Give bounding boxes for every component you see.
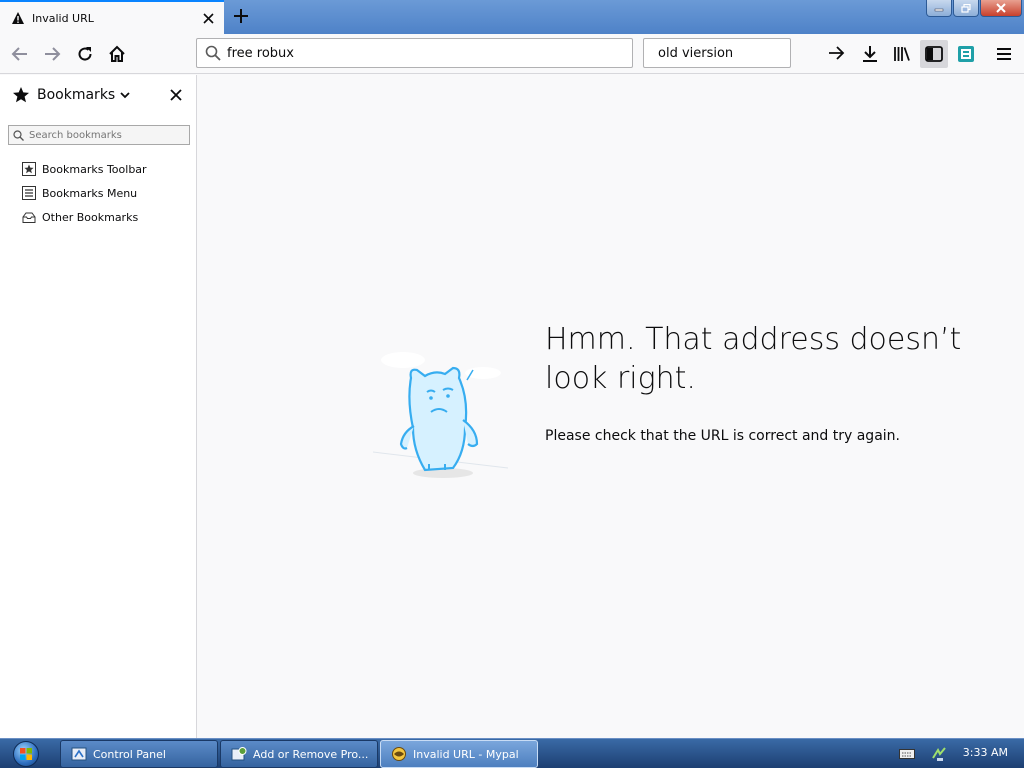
search-go-button[interactable] bbox=[828, 39, 846, 67]
reload-icon bbox=[78, 47, 92, 61]
tab-invalid-url[interactable]: Invalid URL bbox=[0, 0, 224, 34]
navigation-toolbar bbox=[0, 34, 1024, 74]
tab-close-icon[interactable] bbox=[200, 10, 216, 26]
bookmarks-toolbar-icon bbox=[22, 162, 36, 176]
taskbar-clock[interactable]: 3:33 AM bbox=[963, 746, 1008, 759]
bookmarks-tree: Bookmarks Toolbar Bookmarks Menu Other B… bbox=[22, 157, 147, 229]
forward-arrow-icon bbox=[45, 47, 61, 61]
tab-strip: Invalid URL bbox=[0, 0, 1024, 34]
restore-button[interactable] bbox=[953, 0, 979, 17]
taskbar-item-mypal[interactable]: Invalid URL - Mypal bbox=[380, 740, 538, 768]
back-button[interactable] bbox=[6, 40, 34, 68]
bookmarks-sidebar: Bookmarks Bookmarks Toolbar Bookmarks Me… bbox=[0, 75, 197, 738]
back-arrow-icon bbox=[11, 47, 27, 61]
bookmark-folder-toolbar[interactable]: Bookmarks Toolbar bbox=[22, 157, 147, 181]
error-title: Hmm. That address doesn’t look right. bbox=[545, 322, 962, 396]
home-button[interactable] bbox=[103, 40, 131, 68]
bookmarks-menu-icon bbox=[22, 186, 36, 200]
url-input[interactable] bbox=[227, 45, 632, 61]
search-icon bbox=[205, 45, 221, 61]
confused-mascot-illustration bbox=[373, 352, 508, 478]
taskbar-item-control-panel[interactable]: Control Panel bbox=[60, 740, 218, 768]
windows-logo-icon bbox=[13, 741, 39, 767]
hamburger-menu-icon bbox=[997, 48, 1011, 60]
chevron-down-icon[interactable] bbox=[120, 90, 130, 100]
windows-taskbar: Control Panel Add or Remove Pro... Inval… bbox=[0, 738, 1024, 768]
error-page: Hmm. That address doesn’t look right. Pl… bbox=[198, 75, 1024, 738]
warning-icon bbox=[10, 10, 26, 26]
sidebar-icon bbox=[925, 46, 943, 62]
taskbar-item-label: Control Panel bbox=[93, 747, 166, 761]
download-icon bbox=[863, 46, 877, 62]
extension-button[interactable] bbox=[952, 40, 980, 68]
downloads-button[interactable] bbox=[856, 40, 884, 68]
taskbar-item-label: Add or Remove Pro... bbox=[253, 747, 369, 761]
library-button[interactable] bbox=[888, 40, 916, 68]
library-icon bbox=[894, 47, 910, 61]
error-description: Please check that the URL is correct and… bbox=[545, 428, 900, 444]
sidebar-item-label: Bookmarks Toolbar bbox=[42, 162, 147, 176]
close-window-button[interactable] bbox=[980, 0, 1022, 17]
new-tab-button[interactable] bbox=[230, 5, 252, 27]
keyboard-icon[interactable] bbox=[898, 745, 916, 763]
taskbar-item-label: Invalid URL - Mypal bbox=[413, 747, 519, 761]
sidebar-header: Bookmarks bbox=[0, 75, 197, 115]
network-icon[interactable] bbox=[930, 745, 948, 763]
reload-button[interactable] bbox=[71, 40, 99, 68]
programs-icon bbox=[231, 746, 247, 762]
control-panel-icon bbox=[71, 746, 87, 762]
start-button[interactable] bbox=[6, 740, 46, 768]
bookmarks-search-input[interactable] bbox=[29, 129, 189, 141]
sidebar-toggle-button[interactable] bbox=[920, 40, 948, 68]
sidebar-item-label: Other Bookmarks bbox=[42, 210, 139, 224]
arrow-right-icon bbox=[829, 46, 845, 60]
taskbar-item-add-remove-programs[interactable]: Add or Remove Pro... bbox=[220, 740, 378, 768]
star-icon bbox=[12, 86, 30, 104]
window-controls bbox=[926, 0, 1022, 17]
search-icon bbox=[13, 129, 24, 141]
forward-button[interactable] bbox=[38, 40, 66, 68]
search-input[interactable] bbox=[658, 45, 828, 61]
tab-title: Invalid URL bbox=[32, 11, 94, 25]
minimize-button[interactable] bbox=[926, 0, 952, 17]
other-bookmarks-icon bbox=[22, 210, 36, 224]
bookmark-folder-other[interactable]: Other Bookmarks bbox=[22, 205, 147, 229]
menu-button[interactable] bbox=[990, 40, 1018, 68]
url-bar[interactable] bbox=[196, 38, 633, 68]
bookmark-folder-menu[interactable]: Bookmarks Menu bbox=[22, 181, 147, 205]
search-bar[interactable] bbox=[643, 38, 845, 68]
sidebar-close-icon[interactable] bbox=[167, 86, 185, 104]
sidebar-item-label: Bookmarks Menu bbox=[42, 186, 138, 200]
bookmarks-search-box[interactable] bbox=[8, 125, 190, 145]
sidebar-title[interactable]: Bookmarks bbox=[37, 87, 115, 103]
extension-icon bbox=[958, 46, 974, 62]
home-icon bbox=[109, 45, 125, 62]
mypal-browser-icon bbox=[391, 746, 407, 762]
